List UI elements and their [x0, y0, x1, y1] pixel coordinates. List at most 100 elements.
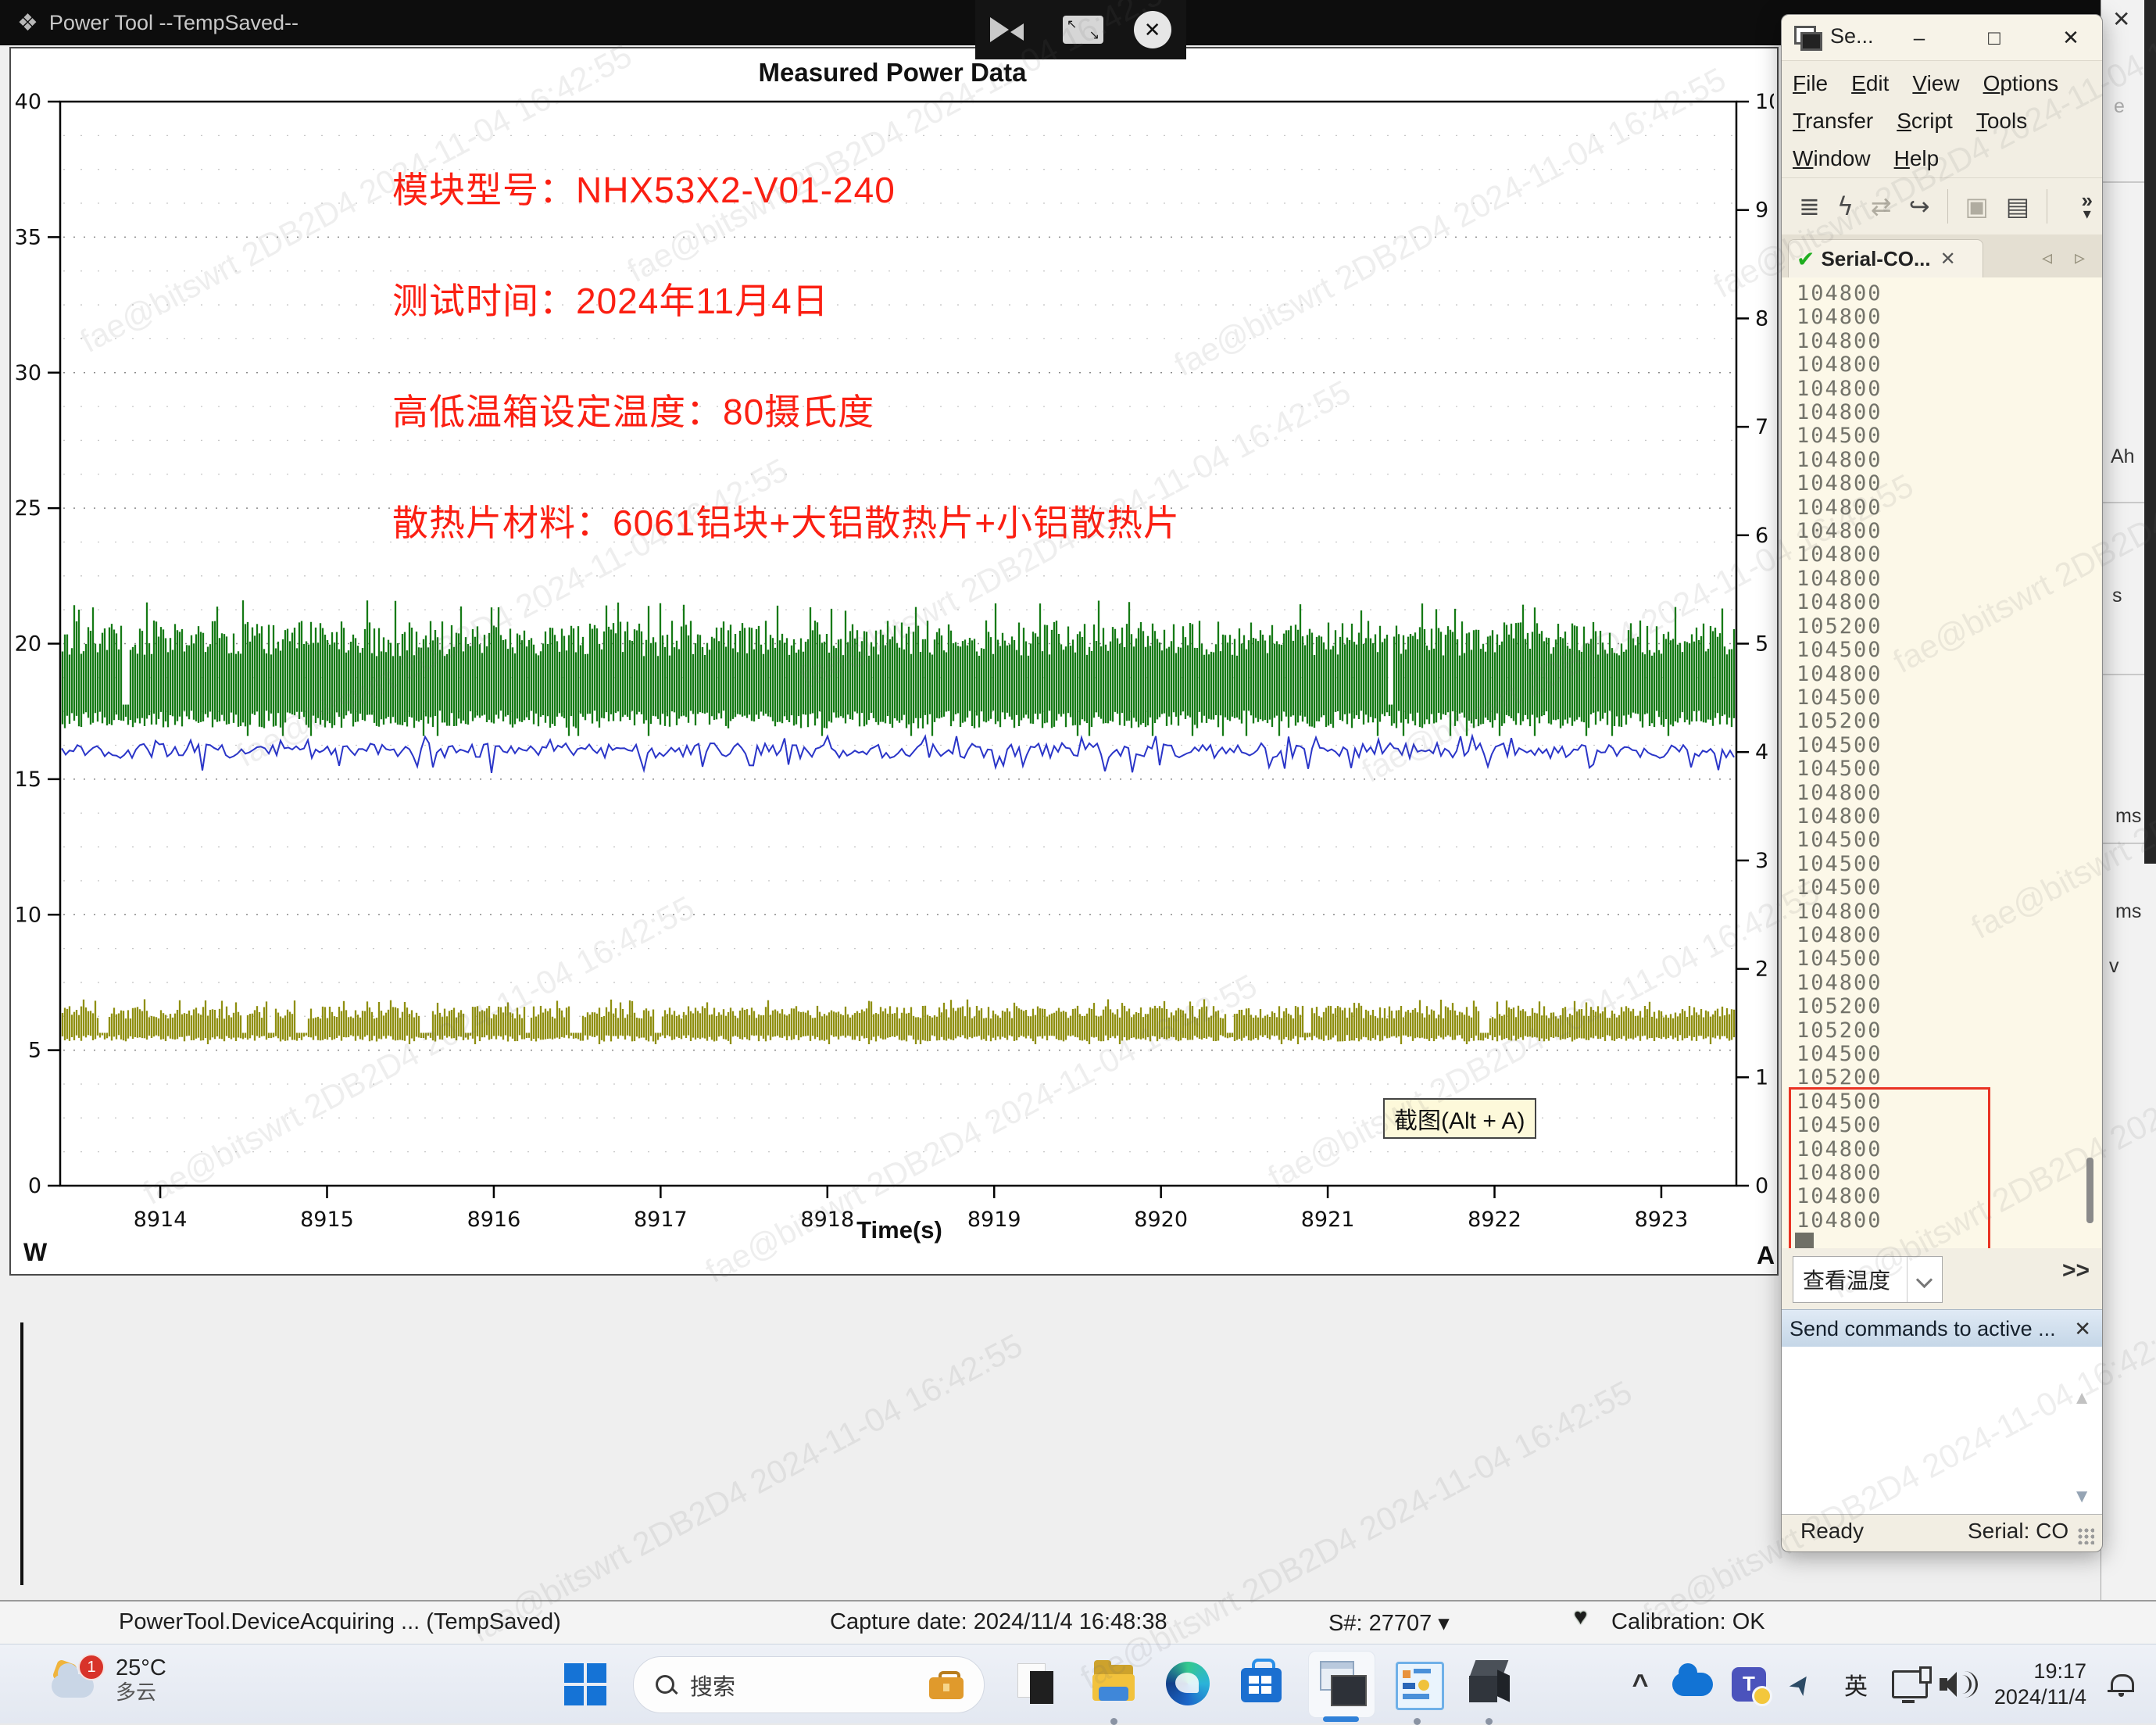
serial-status-port: Serial: CO: [1968, 1519, 2068, 1544]
svg-text:1: 1: [1755, 1065, 1768, 1090]
menu-view[interactable]: View: [1912, 71, 1959, 96]
menu-transfer[interactable]: Transfer: [1793, 109, 1873, 134]
svg-text:25: 25: [15, 496, 41, 521]
file-explorer-button[interactable]: [1082, 1651, 1147, 1716]
toolbar-overflow-icon[interactable]: »▾: [2082, 192, 2093, 221]
legend-left-rule: [20, 1322, 23, 1585]
copy-icon[interactable]: ▣: [1965, 191, 1989, 221]
terminal-line: 104800: [1782, 472, 2101, 496]
background-close-icon: ✕: [2112, 6, 2130, 32]
scroll-down-icon[interactable]: ▼: [2072, 1486, 2091, 1508]
task-view-button[interactable]: [1003, 1651, 1069, 1716]
terminal-output[interactable]: 1048001048001048001048001048001048001045…: [1782, 277, 2101, 1248]
scroll-up-icon[interactable]: ▲: [2072, 1387, 2091, 1409]
tab-close-icon[interactable]: ✕: [1940, 248, 1956, 270]
terminal-line: 105200: [1782, 615, 2101, 639]
capture-date: Capture date: 2024/11/4 16:48:38: [830, 1609, 1167, 1635]
tray-expand-icon[interactable]: ^: [1621, 1644, 1660, 1723]
tab-serial-com[interactable]: ✔ Serial-CO... ✕: [1788, 239, 1983, 278]
microsoft-store-button[interactable]: [1228, 1651, 1294, 1716]
session-manager-icon[interactable]: ≣: [1799, 191, 1820, 221]
svg-text:35: 35: [15, 225, 41, 249]
terminal-line: 104800: [1782, 543, 2101, 567]
onedrive-icon[interactable]: [1669, 1644, 1716, 1723]
menu-file[interactable]: File: [1793, 71, 1828, 96]
chevron-down-icon[interactable]: [1907, 1257, 1942, 1302]
close-icon[interactable]: ✕: [1134, 11, 1171, 48]
command-overflow[interactable]: >>: [2062, 1258, 2090, 1284]
ime-language-indicator[interactable]: 英: [1835, 1644, 1877, 1723]
menu-script[interactable]: Script: [1897, 109, 1953, 134]
status-left: PowerTool.DeviceAcquiring ... (TempSaved…: [119, 1609, 561, 1635]
send-commands-bar[interactable]: Send commands to active ... ✕: [1782, 1309, 2102, 1347]
terminal-line: 104500: [1782, 639, 2101, 662]
svg-text:8916: 8916: [467, 1208, 521, 1232]
volume-icon[interactable]: [1935, 1644, 1979, 1723]
terminal-line: 104500: [1782, 1043, 2101, 1066]
menu-window[interactable]: Window: [1793, 146, 1871, 171]
svg-text:8923: 8923: [1635, 1208, 1689, 1232]
minimize-icon[interactable]: –: [1899, 21, 1940, 54]
serial-toolbar: ≣ ϟ ⇄ ↪ ▣ ▤ »▾: [1782, 177, 2102, 235]
close-window-icon[interactable]: ✕: [2051, 21, 2091, 54]
tab-scroll-right-icon[interactable]: ▹: [2075, 245, 2085, 270]
command-input-area[interactable]: ▲ ▼: [1782, 1347, 2102, 1515]
svg-text:10: 10: [1755, 90, 1774, 114]
terminal-line: 104500: [1782, 947, 2101, 971]
chart-title: Measured Power Data: [11, 58, 1774, 88]
serial-number[interactable]: S#: 27707 ▾: [1328, 1609, 1450, 1637]
maximize-icon[interactable]: □: [1974, 21, 2015, 54]
resize-icon[interactable]: ↖↘: [1063, 16, 1103, 44]
serial-status-bar: Ready Serial: CO: [1782, 1514, 2102, 1551]
edge-browser-button[interactable]: [1155, 1651, 1221, 1716]
app-icon: ❖: [17, 9, 38, 37]
svg-text:6: 6: [1755, 524, 1768, 548]
terminal-line: 104800: [1782, 900, 2101, 924]
resize-grip[interactable]: [2077, 1527, 2094, 1544]
reconnect-icon[interactable]: ⇄: [1871, 191, 1892, 221]
windows-logo-icon: [564, 1663, 606, 1705]
notification-bell-icon[interactable]: [2099, 1644, 2143, 1723]
tab-scroll-left-icon[interactable]: ◃: [2042, 245, 2052, 270]
svg-text:20: 20: [15, 632, 41, 657]
capture-overlay-toolbar: ↖↘ ✕: [975, 0, 1186, 59]
briefcase-icon[interactable]: [929, 1671, 964, 1699]
weather-icon[interactable]: 1: [50, 1657, 105, 1709]
menu-options[interactable]: Options: [1983, 71, 2059, 96]
clock[interactable]: 19:17 2024/11/4: [1985, 1644, 2086, 1723]
send-bar-close-icon[interactable]: ✕: [2074, 1317, 2091, 1341]
terminal-app-icon: [1794, 26, 1821, 49]
notification-badge: 1: [78, 1654, 105, 1680]
menu-help[interactable]: Help: [1894, 146, 1940, 171]
command-dropdown[interactable]: 查看温度: [1793, 1256, 1943, 1303]
collapse-icon[interactable]: [990, 14, 1032, 45]
teams-icon[interactable]: T: [1727, 1644, 1771, 1723]
monitor-app-button[interactable]: [1385, 1651, 1450, 1716]
svg-text:4: 4: [1755, 740, 1768, 764]
terminal-line: 104800: [1782, 449, 2101, 472]
paste-icon[interactable]: ▤: [2006, 191, 2029, 221]
menu-tools[interactable]: Tools: [1976, 109, 2027, 134]
location-arrow-icon[interactable]: ➤: [1780, 1644, 1821, 1723]
terminal-line: 104800: [1782, 282, 2101, 306]
disconnect-icon[interactable]: ↪: [1909, 191, 1930, 221]
terminal-line: 104800: [1782, 330, 2101, 353]
serial-status-ready: Ready: [1800, 1519, 1864, 1544]
terminal-scrollbar-thumb[interactable]: [2086, 1158, 2093, 1223]
toolbar-separator: [1947, 189, 1948, 224]
running-indicator: [1486, 1718, 1493, 1725]
serial-titlebar[interactable]: Se... – □ ✕: [1782, 15, 2102, 61]
powertool-app-button[interactable]: [1308, 1651, 1375, 1718]
search-input[interactable]: 搜索: [633, 1656, 985, 1713]
connected-check-icon: ✔: [1797, 246, 1815, 272]
annotation-line: 散热片材料：6061铝块+大铝散热片+小铝散热片: [392, 495, 1180, 546]
start-button[interactable]: [563, 1662, 608, 1707]
heart-icon: ♥: [1574, 1605, 1587, 1630]
menu-edit[interactable]: Edit: [1851, 71, 1889, 96]
cast-display-icon[interactable]: [1888, 1644, 1932, 1723]
right-axis-unit: A: [1757, 1241, 1775, 1270]
weather-widget[interactable]: 25°C 多云: [116, 1655, 166, 1705]
cube-app-button[interactable]: [1457, 1651, 1522, 1716]
quick-connect-icon[interactable]: ϟ: [1837, 191, 1854, 221]
terminal-line: 104800: [1782, 496, 2101, 520]
